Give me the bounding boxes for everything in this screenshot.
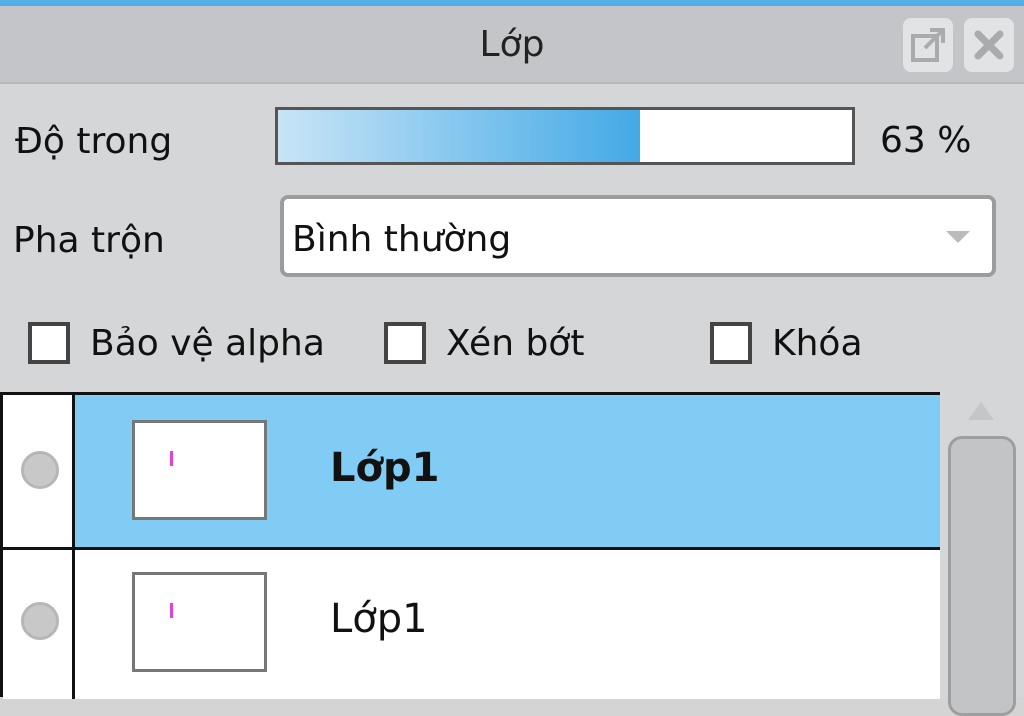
lock-checkbox[interactable] (710, 322, 752, 364)
layer-list-scrollbar[interactable] (940, 392, 1024, 716)
scroll-up-arrow-icon[interactable] (968, 402, 994, 420)
thumbnail-stroke (170, 451, 173, 466)
chevron-down-icon (946, 231, 970, 243)
protect-alpha-label: Bảo vệ alpha (90, 322, 325, 364)
opacity-label: Độ trong (15, 121, 173, 162)
panel-title: Lớp (479, 24, 545, 65)
clip-option[interactable]: Xén bớt (384, 318, 584, 368)
protect-alpha-checkbox[interactable] (28, 322, 70, 364)
opacity-slider[interactable] (275, 107, 855, 165)
layer-row-content[interactable]: Lớp1 (75, 550, 940, 699)
visibility-toggle[interactable] (3, 395, 75, 547)
visibility-toggle[interactable] (3, 550, 75, 699)
close-icon (974, 30, 1004, 60)
layer-row-content[interactable]: Lớp1 (75, 395, 940, 547)
layer-row[interactable]: Lớp1 (3, 547, 940, 699)
thumbnail-stroke (170, 603, 173, 618)
close-panel-button[interactable] (964, 18, 1014, 72)
layer-row[interactable]: Lớp1 (3, 395, 940, 547)
layers-panel: Lớp Độ trong 63 % Pha trộn Bình thường B… (0, 0, 1024, 716)
scrollbar-thumb[interactable] (948, 436, 1016, 716)
blend-mode-select[interactable]: Bình thường (280, 195, 996, 277)
float-panel-button[interactable] (903, 18, 953, 72)
lock-label: Khóa (772, 322, 863, 364)
blend-mode-value: Bình thường (292, 219, 512, 260)
blend-mode-label: Pha trộn (13, 220, 165, 261)
protect-alpha-option[interactable]: Bảo vệ alpha (28, 318, 325, 368)
layer-thumbnail (132, 572, 267, 672)
layer-thumbnail (132, 420, 267, 520)
visibility-dot-icon (21, 451, 59, 489)
layer-list: Lớp1 Lớp1 (0, 392, 940, 699)
visibility-dot-icon (21, 602, 59, 640)
popout-icon (911, 28, 945, 62)
clip-label: Xén bớt (446, 322, 585, 364)
panel-titlebar: Lớp (0, 6, 1024, 84)
opacity-slider-fill (278, 110, 640, 162)
layer-name: Lớp1 (330, 445, 440, 491)
clip-checkbox[interactable] (384, 322, 426, 364)
opacity-value: 63 % (880, 120, 972, 161)
layer-name: Lớp1 (330, 596, 428, 642)
lock-option[interactable]: Khóa (710, 318, 863, 368)
